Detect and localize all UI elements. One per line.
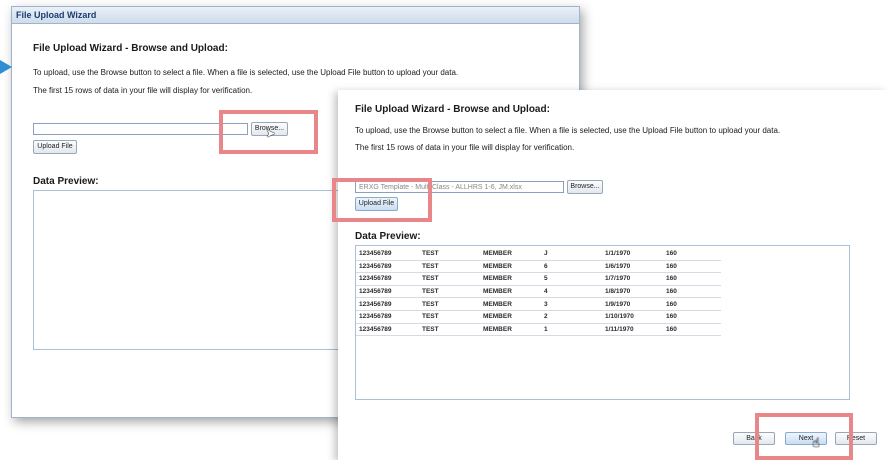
- table-cell: 1/11/1970: [602, 323, 663, 337]
- callout-arrow-icon: [0, 60, 12, 74]
- table-cell: 123456789: [356, 323, 419, 337]
- table-cell: 123456789: [356, 260, 419, 274]
- wizard-note: The first 15 rows of data in your file w…: [33, 86, 253, 95]
- file-path-input[interactable]: [33, 123, 248, 135]
- table-cell: TEST: [419, 248, 480, 261]
- data-preview-label: Data Preview:: [355, 231, 421, 242]
- table-cell: TEST: [419, 272, 480, 286]
- table-cell: 160: [663, 260, 721, 274]
- browse-button[interactable]: Browse...: [567, 180, 603, 194]
- table-cell: 160: [663, 272, 721, 286]
- table-cell: 1/7/1970: [602, 272, 663, 286]
- table-row: 123456789 TEST MEMBER J 1/1/1970 160: [356, 248, 721, 261]
- table-cell: J: [541, 248, 602, 261]
- table-row: 123456789 TEST MEMBER 3 1/9/1970 160: [356, 297, 721, 311]
- table-cell: 160: [663, 297, 721, 311]
- window-title: File Upload Wizard: [12, 7, 579, 24]
- table-cell: 160: [663, 285, 721, 299]
- wizard-note: The first 15 rows of data in your file w…: [355, 143, 575, 152]
- table-cell: 2: [541, 310, 602, 324]
- table-row: 123456789 TEST MEMBER 1 1/11/1970 160: [356, 323, 721, 337]
- table-cell: 1/9/1970: [602, 297, 663, 311]
- table-cell: MEMBER: [480, 310, 541, 324]
- table-cell: 6: [541, 260, 602, 274]
- table-cell: 123456789: [356, 248, 419, 261]
- wizard-instructions: To upload, use the Browse button to sele…: [33, 68, 459, 77]
- table-cell: TEST: [419, 323, 480, 337]
- table-cell: 1/8/1970: [602, 285, 663, 299]
- table-cell: 123456789: [356, 297, 419, 311]
- table-cell: MEMBER: [480, 248, 541, 261]
- data-preview-table: 123456789 TEST MEMBER J 1/1/1970 160 123456789…: [356, 248, 721, 337]
- table-cell: 1: [541, 323, 602, 337]
- hand-pointer-icon: ☝: [812, 435, 820, 450]
- wizard-instructions: To upload, use the Browse button to sele…: [355, 126, 781, 135]
- data-preview-label: Data Preview:: [33, 176, 99, 187]
- table-cell: 160: [663, 323, 721, 337]
- table-cell: 160: [663, 310, 721, 324]
- table-row: 123456789 TEST MEMBER 6 1/6/1970 160: [356, 260, 721, 274]
- table-cell: MEMBER: [480, 285, 541, 299]
- table-cell: 4: [541, 285, 602, 299]
- table-cell: MEMBER: [480, 323, 541, 337]
- table-cell: TEST: [419, 297, 480, 311]
- data-preview-panel: [33, 190, 355, 350]
- table-cell: 123456789: [356, 272, 419, 286]
- table-cell: TEST: [419, 285, 480, 299]
- table-cell: MEMBER: [480, 260, 541, 274]
- table-cell: MEMBER: [480, 272, 541, 286]
- table-cell: 123456789: [356, 310, 419, 324]
- table-cell: 1/1/1970: [602, 248, 663, 261]
- highlight-box-upload: [332, 178, 432, 222]
- table-cell: MEMBER: [480, 297, 541, 311]
- table-cell: 1/6/1970: [602, 260, 663, 274]
- table-cell: 3: [541, 297, 602, 311]
- table-cell: 1/10/1970: [602, 310, 663, 324]
- table-cell: TEST: [419, 310, 480, 324]
- front-wizard-window: File Upload Wizard - Browse and Upload: …: [338, 90, 887, 460]
- table-row: 123456789 TEST MEMBER 4 1/8/1970 160: [356, 285, 721, 299]
- table-cell: 5: [541, 272, 602, 286]
- table-cell: 123456789: [356, 285, 419, 299]
- table-row: 123456789 TEST MEMBER 2 1/10/1970 160: [356, 310, 721, 324]
- upload-file-button[interactable]: Upload File: [33, 140, 77, 154]
- mouse-pointer-icon: ➤: [266, 128, 276, 140]
- highlight-box-next: [755, 413, 853, 460]
- wizard-heading: File Upload Wizard - Browse and Upload:: [355, 104, 550, 115]
- table-cell: 160: [663, 248, 721, 261]
- table-row: 123456789 TEST MEMBER 5 1/7/1970 160: [356, 272, 721, 286]
- wizard-heading: File Upload Wizard - Browse and Upload:: [33, 43, 228, 54]
- table-cell: TEST: [419, 260, 480, 274]
